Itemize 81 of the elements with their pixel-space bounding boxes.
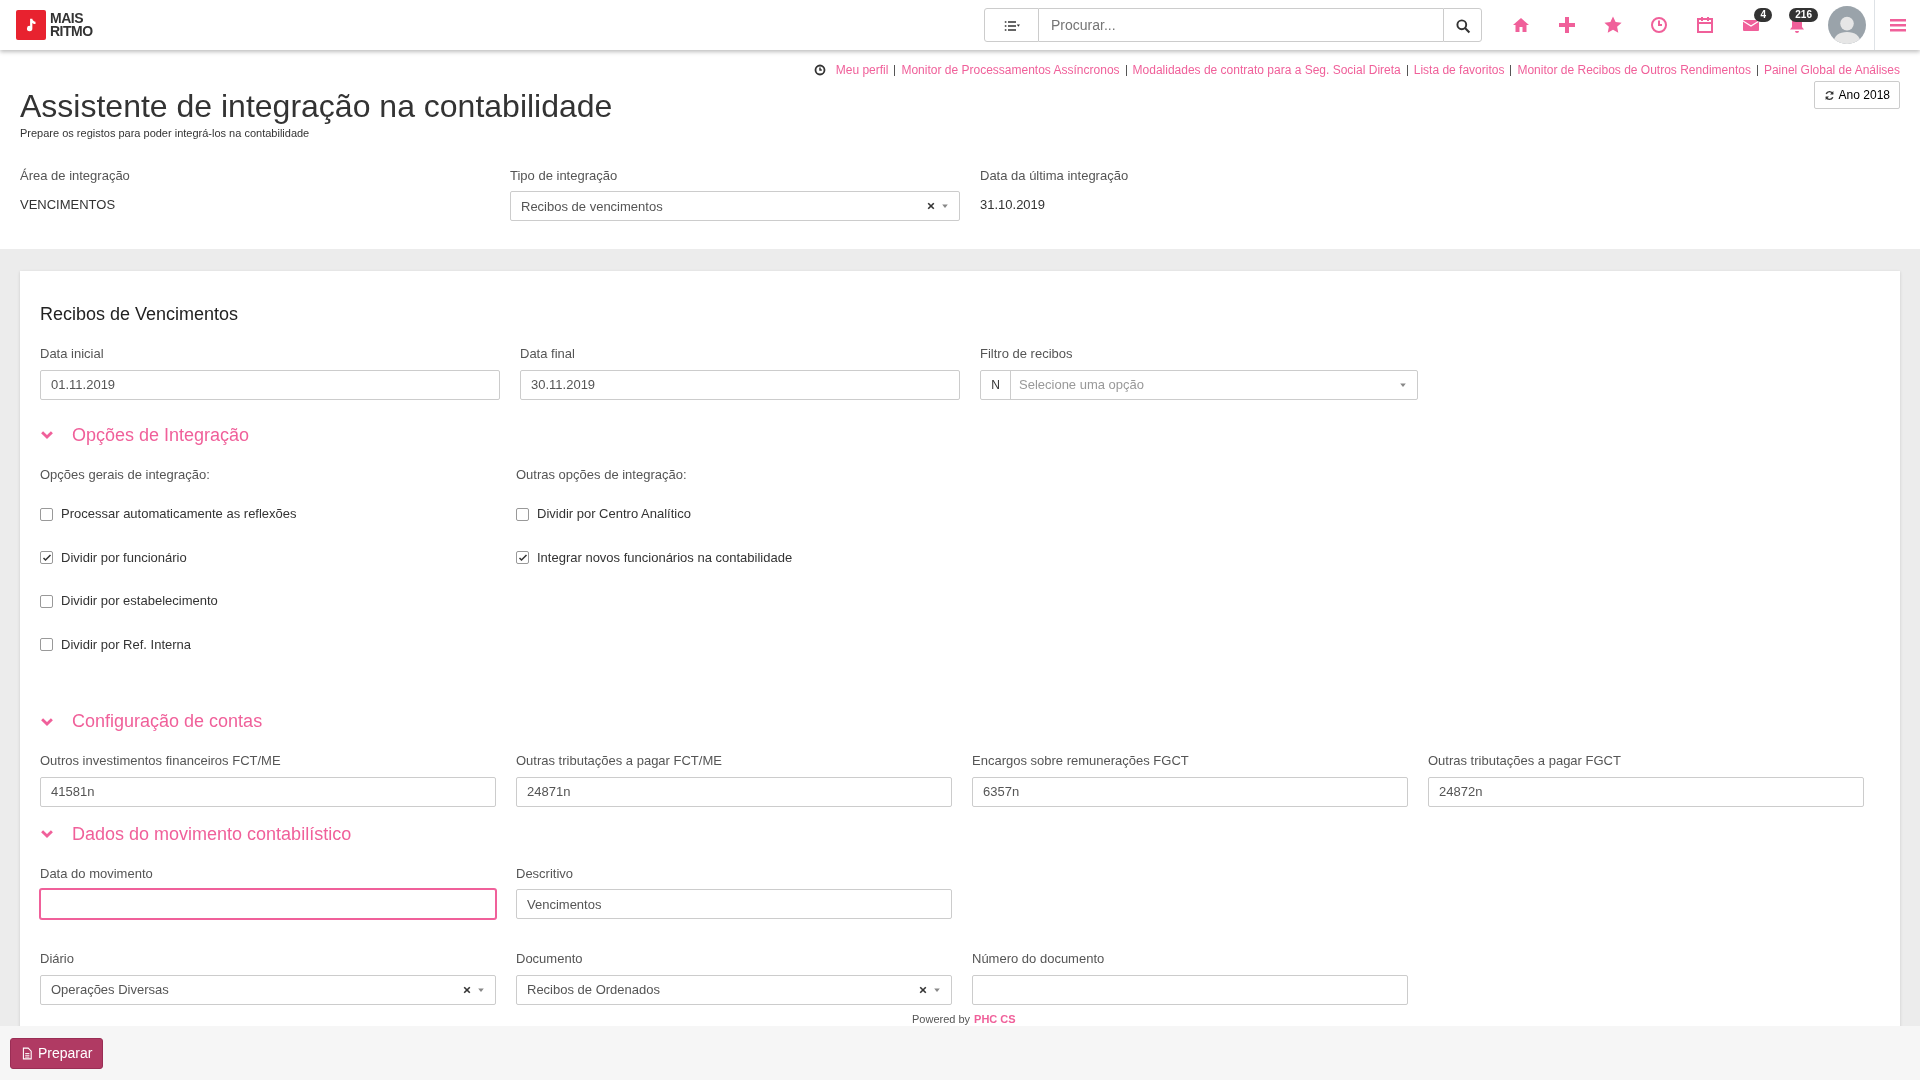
field-label: Outras tributações a pagar FCT/ME: [516, 752, 723, 771]
mail-button[interactable]: 4: [1728, 0, 1774, 50]
page-subtitle: Prepare os registos para poder integrá-los na contabilidade: [20, 126, 311, 142]
input-field[interactable]: 41581n: [40, 776, 496, 807]
group-heading: Opções gerais de integração:: [40, 465, 211, 484]
option-label[interactable]: Dividir por funcionário: [61, 547, 187, 568]
select-field[interactable]: Recibos de vencimentos: [510, 191, 960, 222]
field-label: Data da última integração: [980, 166, 1130, 185]
caret-icon: [477, 985, 485, 994]
input-field[interactable]: 6357n: [972, 776, 1408, 807]
option-label[interactable]: Dividir por Ref. Interna: [61, 634, 192, 655]
logo[interactable]: MAIS RITMO: [16, 10, 93, 40]
input-field[interactable]: 24871n: [516, 776, 952, 807]
field-label: Área de integração: [20, 166, 131, 185]
year-button[interactable]: Ano 2018: [1813, 81, 1900, 109]
option-label[interactable]: Integrar novos funcionários na contabilidade: [537, 547, 793, 568]
select-value: Recibos de Ordenados: [527, 981, 661, 1000]
caret-icon: [1399, 380, 1407, 389]
option-label[interactable]: Dividir por Centro Analítico: [537, 504, 691, 524]
input-field[interactable]: Vencimentos: [516, 889, 952, 920]
checkbox[interactable]: [40, 507, 53, 521]
option-label[interactable]: Processar automaticamente as reflexões: [61, 504, 297, 524]
input-field[interactable]: 01.11.2019: [40, 369, 500, 400]
clear-icon: [919, 985, 927, 994]
refresh-icon: [1823, 89, 1835, 101]
input-field[interactable]: [40, 889, 496, 920]
bell-button[interactable]: 216: [1774, 0, 1820, 50]
field-label: Data do movimento: [40, 864, 154, 883]
count-badge: 216: [1789, 8, 1818, 22]
caret-icon: [933, 985, 941, 994]
search-button[interactable]: [1443, 8, 1482, 42]
field-label: Descritivo: [516, 864, 575, 883]
plus-icon: [1557, 15, 1577, 35]
prepare-button[interactable]: Preparar: [10, 1037, 104, 1069]
search-icon: [1454, 17, 1471, 34]
calendar-icon: [1695, 15, 1715, 35]
field-label: Número do documento: [972, 950, 1106, 969]
powered-by-text: Powered by: [912, 1013, 971, 1025]
home-icon: [1511, 15, 1531, 35]
checkbox[interactable]: [40, 594, 53, 608]
star-icon: [1603, 15, 1623, 35]
filter-select[interactable]: N Selecione uma opção: [980, 369, 1418, 400]
select-value: Recibos de vencimentos: [521, 197, 664, 216]
field-label: Tipo de integração: [510, 166, 619, 185]
select-field[interactable]: Recibos de Ordenados: [516, 974, 952, 1005]
checkbox[interactable]: [516, 551, 529, 565]
page-title: Assistente de integração na contabilidade: [20, 87, 613, 126]
input-field[interactable]: 24872n: [1428, 776, 1864, 807]
check-icon: [41, 552, 52, 563]
field-label: Documento: [516, 950, 584, 969]
field-value: 31.10.2019: [980, 196, 1047, 215]
field-label: Diário: [40, 950, 75, 969]
field-label: Data inicial: [40, 345, 105, 364]
clear-icon: [927, 202, 935, 211]
list-menu-button[interactable]: [984, 8, 1039, 42]
clock-icon: [813, 64, 826, 76]
field-label: Data final: [520, 345, 576, 364]
select-placeholder: Selecione uma opção: [1018, 376, 1146, 395]
checkbox[interactable]: [516, 507, 529, 521]
field-label: Filtro de recibos: [980, 345, 1074, 364]
checkbox[interactable]: [40, 638, 53, 652]
filter-prefix: N: [981, 370, 1011, 399]
select-value: Operações Diversas: [51, 981, 170, 1000]
option-label[interactable]: Dividir por estabelecimento: [61, 591, 218, 611]
input-field[interactable]: [972, 974, 1408, 1005]
input-field[interactable]: 30.11.2019: [520, 369, 960, 400]
avatar[interactable]: [1828, 6, 1866, 44]
document-icon: [21, 1046, 33, 1060]
count-badge: 4: [1754, 8, 1772, 22]
check-icon: [517, 552, 528, 563]
field-label: Outras tributações a pagar FGCT: [1428, 752, 1622, 771]
checkbox[interactable]: [40, 551, 53, 565]
clear-icon: [463, 985, 471, 994]
field-value: VENCIMENTOS: [20, 196, 117, 215]
select-field[interactable]: Operações Diversas: [40, 974, 496, 1005]
search-field[interactable]: Procurar...: [1039, 8, 1443, 42]
field-label: Outros investimentos financeiros FCT/ME: [40, 752, 282, 771]
group-heading: Outras opções de integração:: [516, 465, 688, 484]
card-title: Recibos de Vencimentos: [40, 303, 240, 327]
clock-icon: [1649, 15, 1669, 35]
field-label: Encargos sobre remunerações FGCT: [972, 752, 1190, 771]
